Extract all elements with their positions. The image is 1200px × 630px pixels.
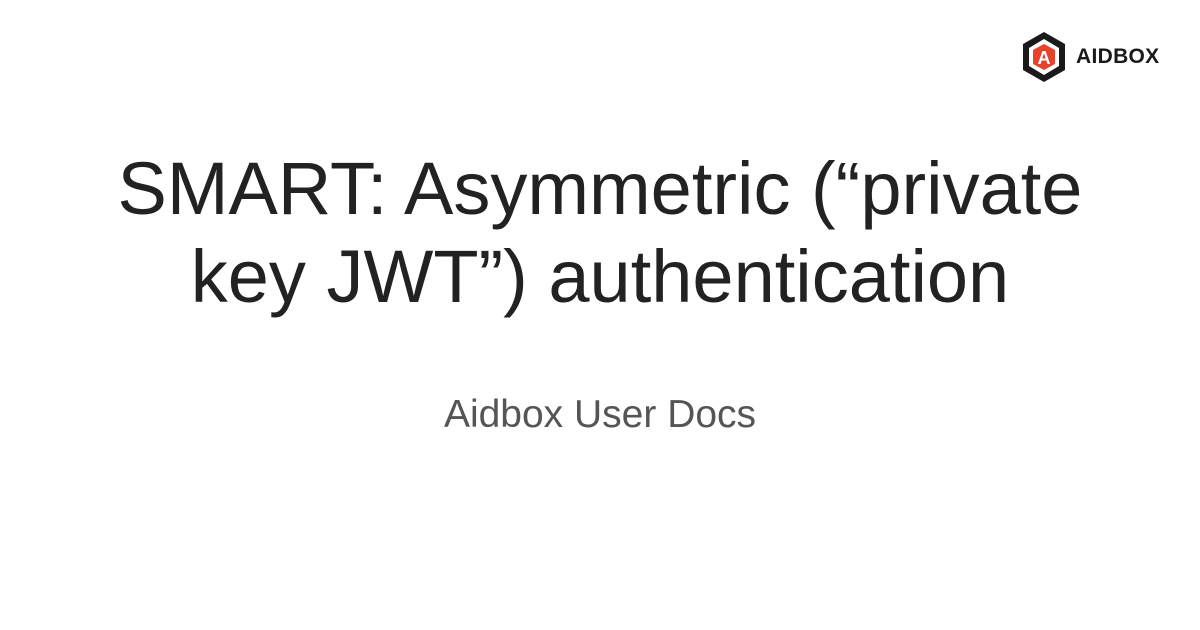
logo-wordmark: AIDBOX xyxy=(1076,45,1160,68)
aidbox-hexagon-logo-icon: A xyxy=(1023,32,1065,82)
title-area: SMART: Asymmetric (“private key JWT”) au… xyxy=(100,135,1100,375)
brand-logo: A AIDBOX xyxy=(1020,30,1159,84)
social-card: A AIDBOX SMART: Asymmetric (“private key… xyxy=(0,0,1200,630)
site-subtitle: Aidbox User Docs xyxy=(443,393,757,436)
page-title: SMART: Asymmetric (“private key JWT”) au… xyxy=(117,147,1083,318)
logo-mark-letter: A xyxy=(1038,48,1051,68)
